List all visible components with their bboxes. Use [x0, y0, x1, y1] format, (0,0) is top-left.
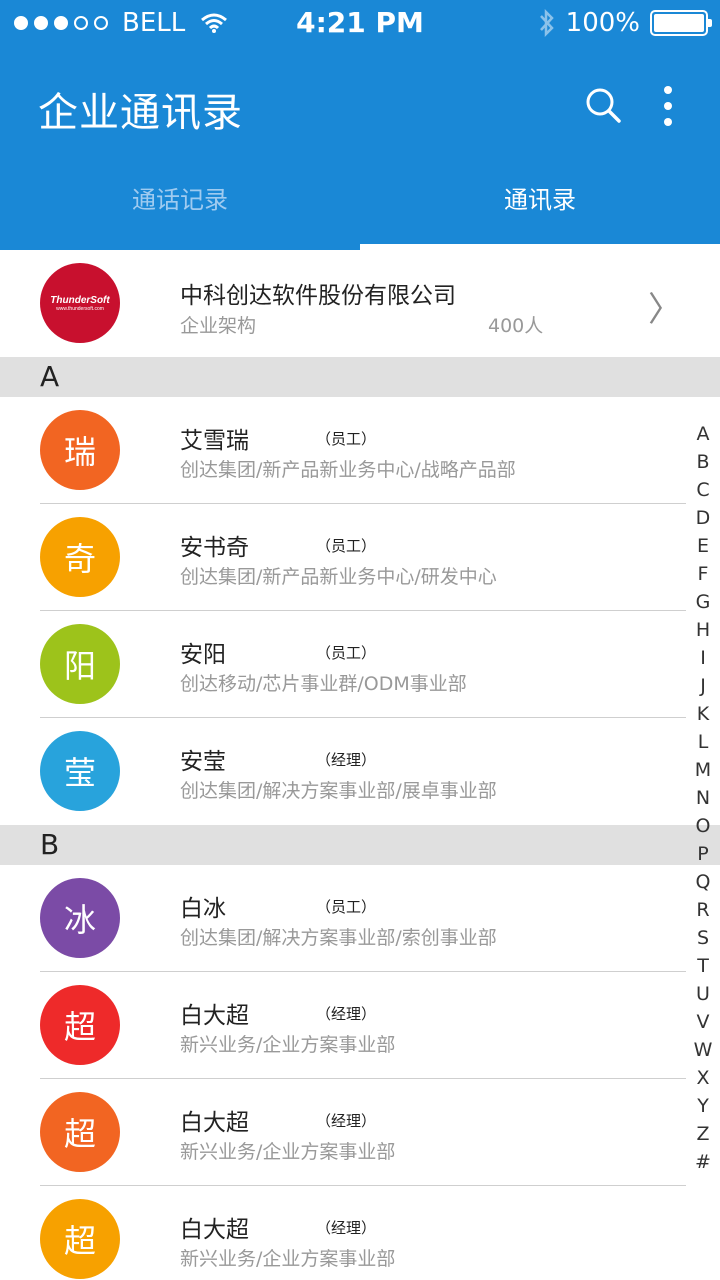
contact-role: （员工） [316, 430, 377, 448]
contact-department: 新兴业务/企业方案事业部 [180, 1034, 396, 1056]
company-name: 中科创达软件股份有限公司 [180, 283, 456, 309]
contact-name: 艾雪瑞 [180, 428, 249, 454]
company-member-count: 400人 [488, 315, 544, 337]
index-letter[interactable]: R [696, 896, 709, 924]
tab-call-history[interactable]: 通话记录 [0, 180, 360, 215]
chevron-right-icon: 〉 [648, 290, 682, 330]
company-logo-text: ThunderSoft [50, 294, 110, 306]
index-letter[interactable]: V [697, 1008, 710, 1036]
contact-department: 创达集团/新产品新业务中心/研发中心 [180, 566, 497, 588]
app-header: BELL 4:21 PM 100% 企业通讯录 通话记录 通讯录 [0, 0, 720, 250]
index-letter[interactable]: B [696, 448, 709, 476]
contact-role: （员工） [316, 644, 377, 662]
search-icon[interactable] [584, 86, 622, 124]
index-letter[interactable]: J [700, 672, 706, 700]
contact-department: 新兴业务/企业方案事业部 [180, 1141, 396, 1163]
contact-role: （经理） [316, 1112, 377, 1130]
status-bar: BELL 4:21 PM 100% [0, 0, 720, 48]
index-letter[interactable]: T [697, 952, 709, 980]
contact-role: （员工） [316, 898, 377, 916]
index-letter[interactable]: S [697, 924, 709, 952]
index-letter[interactable]: X [696, 1064, 709, 1092]
contact-name: 白大超 [180, 1003, 249, 1029]
contact-department: 创达集团/解决方案事业部/索创事业部 [180, 927, 497, 949]
tab-contacts[interactable]: 通讯录 [360, 180, 720, 215]
contact-department: 创达集团/新产品新业务中心/战略产品部 [180, 459, 516, 481]
section-letter: B [40, 828, 60, 861]
contact-name: 白大超 [180, 1217, 249, 1243]
avatar: 奇 [40, 517, 120, 597]
avatar: 阳 [40, 624, 120, 704]
contact-department: 新兴业务/企业方案事业部 [180, 1248, 396, 1270]
contact-name: 白冰 [180, 896, 226, 922]
index-letter[interactable]: N [696, 784, 710, 812]
battery-icon [650, 10, 712, 36]
more-vertical-icon[interactable] [656, 86, 680, 126]
company-logo-site: www.thundersoft.com [56, 305, 104, 312]
index-letter[interactable]: F [698, 560, 709, 588]
index-letter[interactable]: D [696, 504, 711, 532]
index-letter[interactable]: P [697, 840, 708, 868]
index-letter[interactable]: W [694, 1036, 713, 1064]
contact-department: 创达集团/解决方案事业部/展卓事业部 [180, 780, 497, 802]
index-letter[interactable]: G [696, 588, 711, 616]
contact-name: 安书奇 [180, 535, 249, 561]
index-letter[interactable]: O [696, 812, 711, 840]
section-header: B [0, 825, 720, 865]
avatar: 瑞 [40, 410, 120, 490]
avatar: 冰 [40, 878, 120, 958]
company-subtitle: 企业架构 [180, 315, 257, 337]
contact-role: （经理） [316, 1005, 377, 1023]
index-letter[interactable]: L [698, 728, 709, 756]
contact-role: （经理） [316, 1219, 377, 1237]
index-letter[interactable]: I [700, 644, 706, 672]
contact-name: 白大超 [180, 1110, 249, 1136]
company-logo: ThunderSoft www.thundersoft.com [40, 263, 120, 343]
contact-role: （经理） [316, 751, 377, 769]
index-letter[interactable]: C [696, 476, 709, 504]
contact-department: 创达移动/芯片事业群/ODM事业部 [180, 673, 467, 695]
index-letter[interactable]: Z [696, 1120, 709, 1148]
battery-percent: 100% [565, 8, 640, 38]
index-letter[interactable]: A [697, 420, 710, 448]
contact-role: （员工） [316, 537, 377, 555]
index-letter[interactable]: M [695, 756, 711, 784]
bluetooth-icon [539, 9, 554, 37]
avatar: 超 [40, 1199, 120, 1279]
index-letter[interactable]: # [695, 1148, 711, 1176]
page-title: 企业通讯录 [38, 90, 243, 136]
contact-name: 安莹 [180, 749, 226, 775]
avatar: 超 [40, 985, 120, 1065]
alphabet-index-bar[interactable]: A B C D E F G H I J K L M N O P Q R S T U V W X Y Z # [688, 420, 718, 1176]
index-letter[interactable]: H [696, 616, 710, 644]
index-letter[interactable]: Q [696, 868, 711, 896]
section-letter: A [40, 360, 60, 393]
index-letter[interactable]: K [697, 700, 709, 728]
avatar: 莹 [40, 731, 120, 811]
section-header: A [0, 357, 720, 397]
avatar: 超 [40, 1092, 120, 1172]
index-letter[interactable]: Y [697, 1092, 709, 1120]
contact-name: 安阳 [180, 642, 226, 668]
index-letter[interactable]: E [697, 532, 709, 560]
index-letter[interactable]: U [696, 980, 710, 1008]
